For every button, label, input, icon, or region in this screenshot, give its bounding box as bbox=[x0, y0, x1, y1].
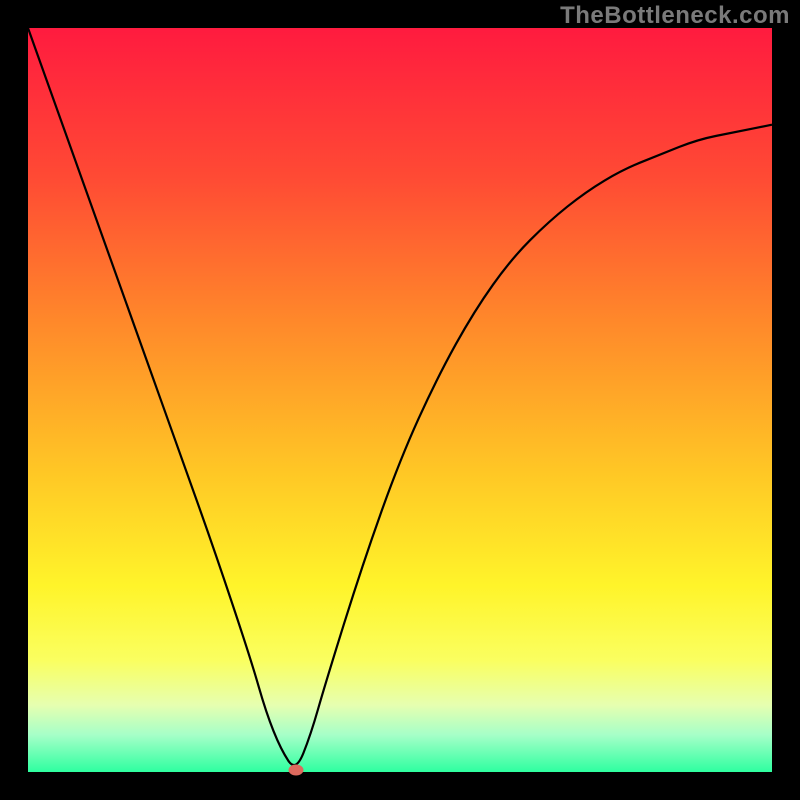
curve-svg bbox=[28, 28, 772, 772]
chart-canvas: TheBottleneck.com bbox=[0, 0, 800, 800]
optimal-marker bbox=[288, 765, 303, 776]
bottleneck-curve bbox=[28, 28, 772, 765]
watermark-text: TheBottleneck.com bbox=[560, 2, 790, 30]
